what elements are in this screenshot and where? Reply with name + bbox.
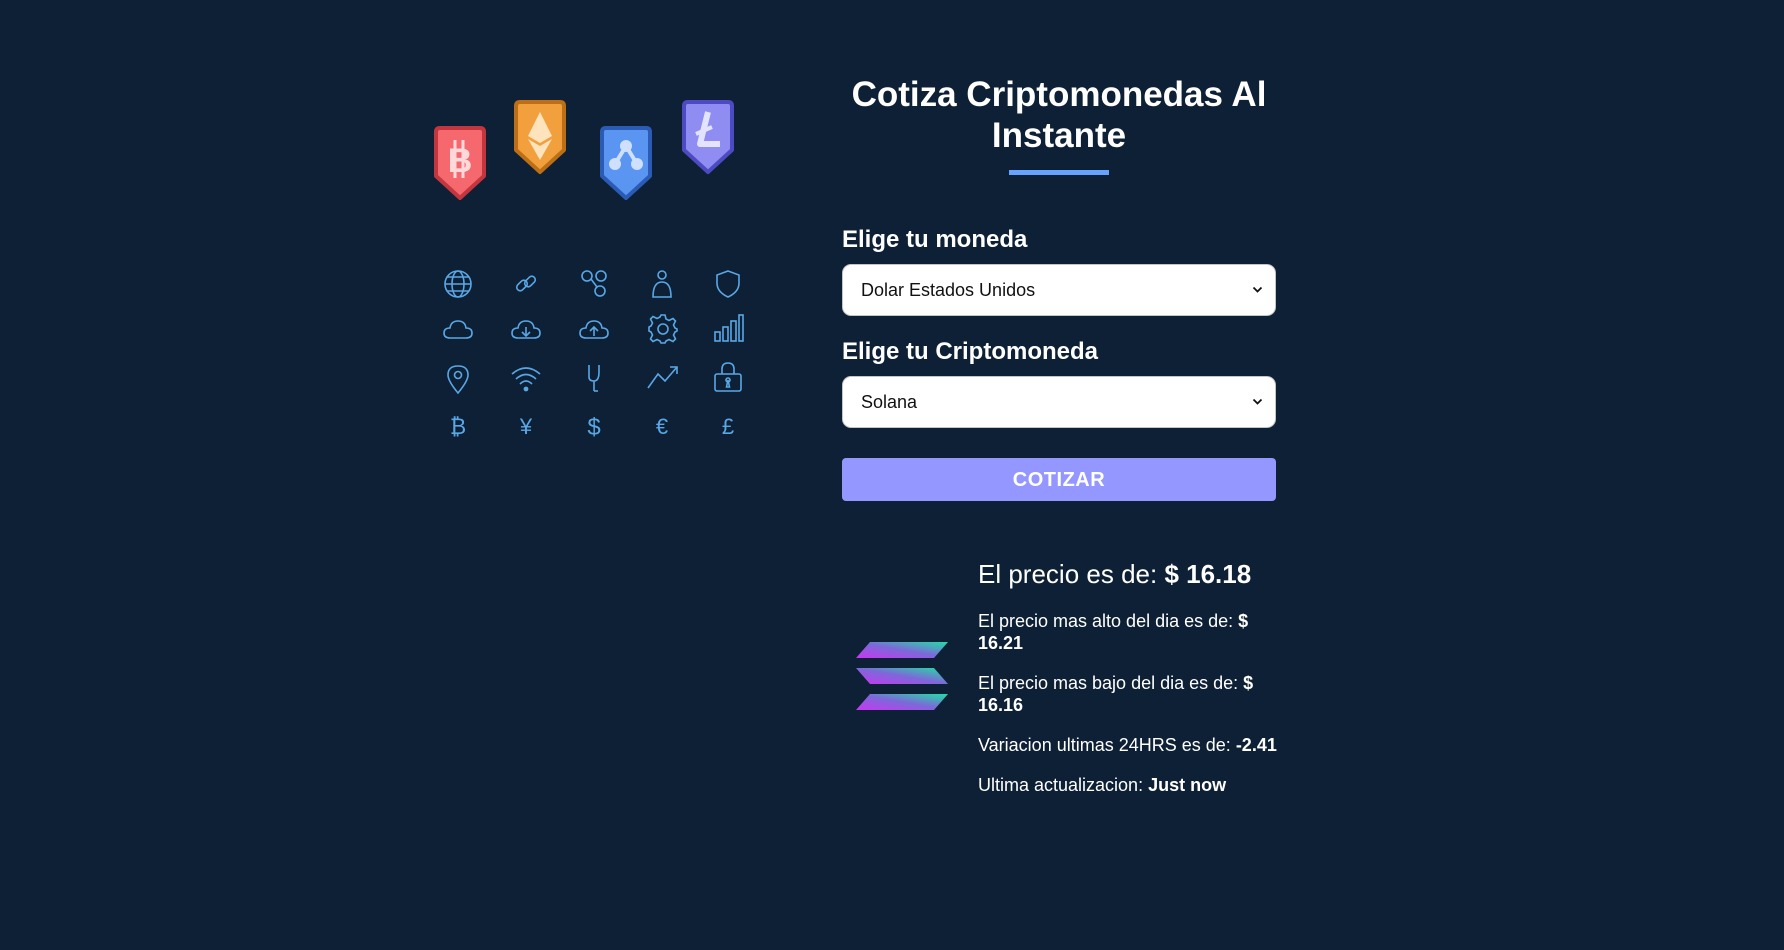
result-details: El precio es de: $ 16.18 El precio mas a… [978, 556, 1278, 796]
solana-logo-icon [856, 642, 948, 710]
shield-icon [716, 270, 740, 298]
svg-text:₿: ₿ [450, 414, 466, 439]
price-change: Variacion ultimas 24HRS es de: -2.41 [978, 734, 1278, 756]
quote-panel: Cotiza Criptomonedas Al Instante Elige t… [842, 74, 1276, 501]
svg-text:¥: ¥ [519, 414, 533, 439]
crypto-select[interactable]: Solana [842, 376, 1276, 428]
euro-icon: € [656, 414, 668, 439]
pound-icon: £ [722, 414, 734, 439]
cotizar-button[interactable]: COTIZAR [842, 458, 1276, 501]
title-underline [1009, 170, 1109, 175]
ripple-badge-icon [600, 126, 652, 200]
chevron-down-icon [1252, 286, 1263, 293]
page-title: Cotiza Criptomonedas Al Instante [851, 75, 1267, 155]
updated-label: Ultima actualizacion: [978, 775, 1144, 795]
bar-chart-icon [714, 314, 744, 342]
change-value: -2.41 [1235, 735, 1277, 755]
price-current: El precio es de: $ 16.18 [978, 556, 1278, 592]
price-label: El precio es de: [978, 559, 1158, 589]
globe-icon [444, 270, 472, 298]
yen-icon: ¥ [519, 414, 533, 439]
svg-text:$: $ [587, 414, 600, 441]
crypto-illustration: B ₿ ¥ $ € £ [430, 100, 760, 480]
wifi-icon [511, 367, 541, 392]
network-icon [581, 270, 607, 297]
fork-icon [588, 365, 600, 392]
svg-text:£: £ [722, 414, 734, 439]
gear-icon [648, 314, 678, 344]
padlock-icon [714, 362, 742, 392]
bitcoin-symbol-icon: ₿ [450, 414, 466, 439]
updated-value: Just now [1148, 775, 1227, 795]
currency-select[interactable]: Dolar Estados Unidos [842, 264, 1276, 316]
currency-selected-value: Dolar Estados Unidos [861, 280, 1036, 300]
page: B ₿ ¥ $ € £ Cotiza Criptomonedas Al Inst… [0, 0, 1784, 950]
high-label: El precio mas alto del dia es de: [978, 611, 1234, 631]
low-label: El precio mas bajo del dia es de: [978, 673, 1239, 693]
crypto-label: Elige tu Criptomoneda [842, 338, 1099, 365]
user-icon [652, 270, 672, 298]
link-icon [515, 275, 537, 292]
location-pin-icon [447, 365, 469, 395]
cloud-upload-icon [579, 320, 609, 339]
bitcoin-badge-icon: B [434, 126, 486, 200]
coin-badges: B [430, 100, 760, 240]
cloud-download-icon [511, 320, 541, 339]
ethereum-badge-icon [514, 100, 566, 174]
currency-label: Elige tu moneda [842, 226, 1028, 253]
svg-text:B: B [448, 142, 473, 180]
svg-text:€: € [656, 414, 668, 439]
crypto-icon-grid: ₿ ¥ $ € £ [442, 268, 772, 468]
cloud-icon [443, 320, 473, 339]
price-low: El precio mas bajo del dia es de: $ 16.1… [978, 672, 1278, 716]
crypto-selected-value: Solana [861, 392, 918, 412]
quote-result: El precio es de: $ 16.18 El precio mas a… [842, 556, 1278, 816]
last-updated: Ultima actualizacion: Just now [978, 774, 1278, 796]
price-value: $ 16.18 [1164, 559, 1252, 589]
price-high: El precio mas alto del dia es de: $ 16.2… [978, 610, 1278, 654]
trend-up-icon [647, 366, 678, 389]
change-label: Variacion ultimas 24HRS es de: [978, 735, 1231, 755]
dollar-icon: $ [587, 414, 600, 441]
chevron-down-icon [1252, 398, 1263, 405]
litecoin-badge-icon [682, 100, 734, 174]
